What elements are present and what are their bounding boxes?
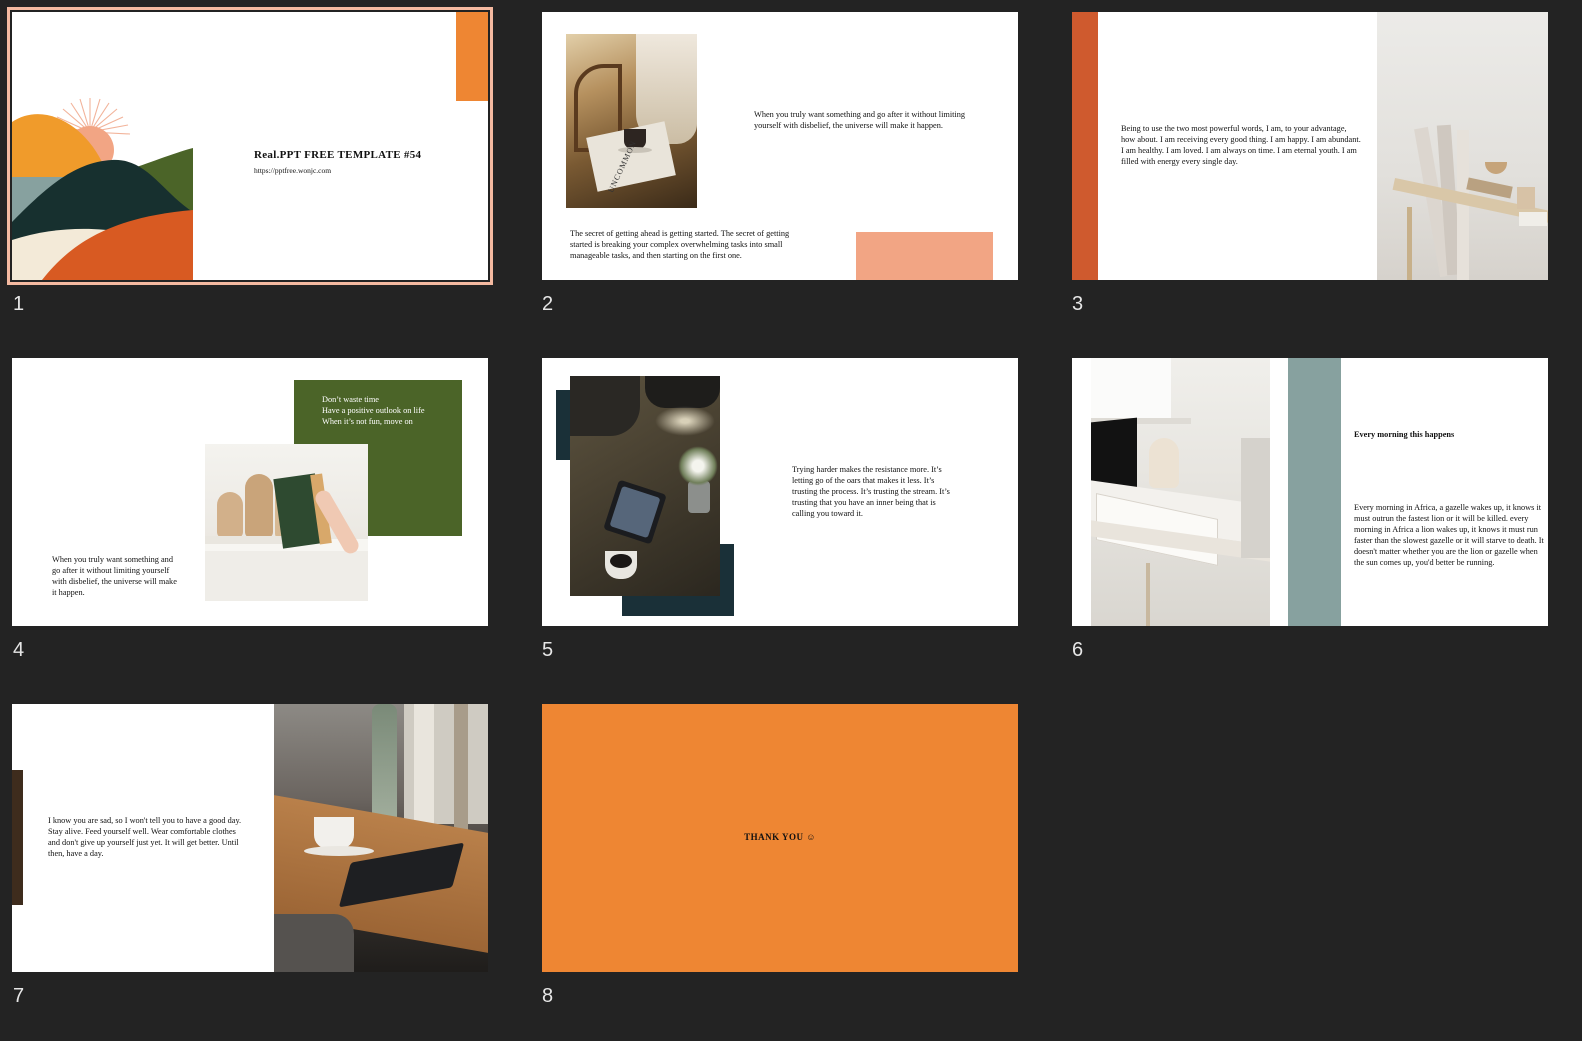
slide6-heading: Every morning this happens: [1354, 430, 1455, 439]
slide4-green-line-2: Have a positive outlook on life: [322, 406, 425, 415]
slide6-sage-bar: [1288, 358, 1341, 626]
slide4-books-photo: [205, 444, 368, 601]
slide5-text: Trying harder makes the resistance more.…: [792, 465, 950, 518]
slide-thumbnail-4[interactable]: Don’t waste time Have a positive outlook…: [12, 358, 488, 626]
slide-number-5: 5: [542, 639, 554, 661]
slide-thumbnail-3[interactable]: Being to use the two most powerful words…: [1072, 12, 1548, 280]
slide-number-6: 6: [1072, 639, 1084, 661]
slide5-desk-photo: [570, 376, 720, 596]
slide1-landscape-illustration: [12, 98, 193, 280]
slide-thumbnail-7[interactable]: I know you are sad, so I won't tell you …: [12, 704, 488, 972]
slide-number-7: 7: [13, 985, 25, 1007]
slide-thumbnail-2[interactable]: UNCOMMON When you truly want something a…: [542, 12, 1018, 280]
slide-number-1: 1: [13, 293, 25, 315]
slide3-rust-bar: [1072, 12, 1098, 280]
slide4-text: When you truly want something and go aft…: [52, 555, 177, 597]
slide-number-4: 4: [13, 639, 25, 661]
slide2-text-2: The secret of getting ahead is getting s…: [570, 229, 790, 260]
slide-number-8: 8: [542, 985, 554, 1007]
slide5-navy-block-top: [556, 390, 570, 460]
slide1-orange-block: [456, 12, 488, 101]
slide2-peach-block: [856, 232, 993, 280]
slide8-thank-you: THANK YOU ☺: [744, 832, 816, 842]
slide1-url: https://pptfree.wonjc.com: [254, 166, 332, 175]
slide7-text: I know you are sad, so I won't tell you …: [48, 816, 242, 858]
slide-thumbnail-1[interactable]: Real.PPT FREE TEMPLATE #54 https://pptfr…: [7, 7, 493, 285]
slide4-green-line-3: When it’s not fun, move on: [322, 417, 413, 426]
slide-number-2: 2: [542, 293, 554, 315]
slide-number-3: 3: [1072, 293, 1084, 315]
slide-thumbnail-6[interactable]: Every morning this happens Every morning…: [1072, 358, 1548, 626]
slide4-green-line-1: Don’t waste time: [322, 395, 379, 404]
slide7-cafe-photo: [274, 704, 488, 972]
slide2-chair-photo: UNCOMMON: [566, 34, 697, 208]
slide1-title: Real.PPT FREE TEMPLATE #54: [254, 149, 422, 161]
slide-thumbnail-5[interactable]: Trying harder makes the resistance more.…: [542, 358, 1018, 626]
slide6-workspace-photo: [1091, 358, 1270, 626]
slide2-text-1: When you truly want something and go aft…: [754, 110, 966, 130]
slide3-text: Being to use the two most powerful words…: [1121, 124, 1361, 166]
slide6-text: Every morning in Africa, a gazelle wakes…: [1354, 503, 1544, 567]
slide7-brown-bar: [12, 770, 23, 905]
slide3-shelf-photo: [1377, 12, 1548, 280]
slide-thumbnail-8[interactable]: THANK YOU ☺: [542, 704, 1018, 972]
